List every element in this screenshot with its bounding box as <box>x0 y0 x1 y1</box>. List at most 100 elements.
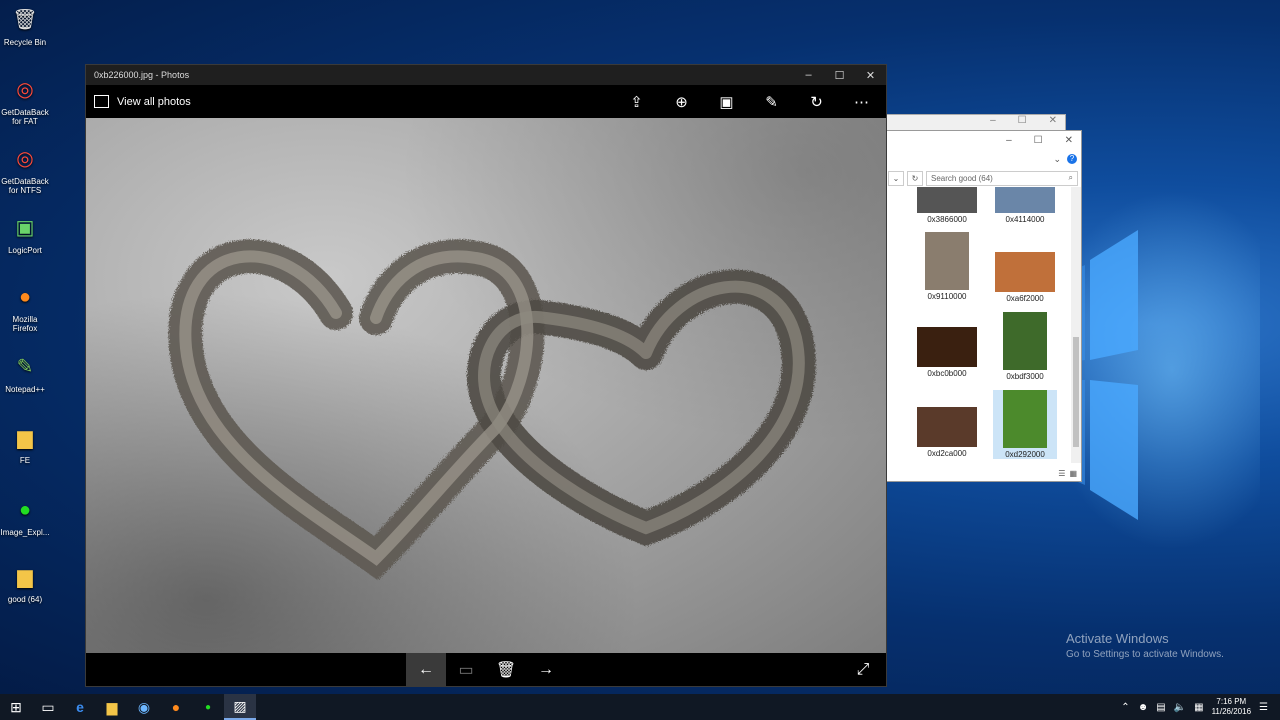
window-title: 0xb226000.jpg - Photos <box>94 70 190 80</box>
photo-navigation-bar: ← ▭ 🗑 → ⤢ <box>86 653 886 686</box>
photo-canvas[interactable] <box>86 118 886 653</box>
share-icon[interactable]: ⇪ <box>620 93 653 111</box>
desktop-icon-label: FE <box>19 456 31 465</box>
lifebuoy-icon: ◎ <box>16 147 34 170</box>
search-icon: ⌕ <box>1068 173 1073 182</box>
edit-icon[interactable]: ✎ <box>755 93 788 111</box>
details-view-icon[interactable]: ☰ <box>1058 469 1065 478</box>
volume-icon[interactable]: 🔈 <box>1174 702 1186 713</box>
delete-icon[interactable]: 🗑 <box>486 653 526 686</box>
maximize-icon[interactable]: ☐ <box>1034 135 1043 146</box>
firefox-icon[interactable]: ● <box>160 694 192 720</box>
desktop-icon[interactable]: ▣ LogicPort <box>0 213 50 256</box>
desktop-icon[interactable]: 🗑 Recycle Bin <box>0 5 50 48</box>
watermark-line1: Activate Windows <box>1066 631 1169 646</box>
folder-icon: ▆ <box>17 565 33 588</box>
more-icon[interactable]: ⋯ <box>845 93 878 111</box>
desktop-icon-label: Image_Expl... <box>0 528 50 537</box>
search-input[interactable]: Search good (64) ⌕ <box>926 170 1078 186</box>
search-placeholder: Search good (64) <box>931 173 993 183</box>
start-button[interactable]: ⊞ <box>0 694 32 720</box>
rotate-icon[interactable]: ↻ <box>800 93 833 111</box>
thumbnail-image <box>1003 390 1047 448</box>
thumbnail-item[interactable]: 0xd292000 <box>993 390 1057 459</box>
keyboard-icon[interactable]: ▦ <box>1194 702 1203 713</box>
desktop-icon[interactable]: ◎ GetDataBack for FAT <box>0 75 50 127</box>
people-icon[interactable]: ☻ <box>1138 702 1149 713</box>
watermark-line2: Go to Settings to activate Windows. <box>1066 649 1224 660</box>
slideshow-icon[interactable]: ▣ <box>710 93 743 111</box>
chevron-down-icon[interactable]: ⌄ <box>1053 154 1061 165</box>
thumbnail-label: 0x4114000 <box>1005 215 1045 224</box>
thumbnail-label: 0xd292000 <box>1005 450 1045 459</box>
desktop-icon[interactable]: ▆ good (64) <box>0 562 50 605</box>
task-view-icon[interactable]: ▭ <box>32 694 64 720</box>
file-explorer-icon[interactable]: ▆ <box>96 694 128 720</box>
desktop-icon-label: GetDataBack for FAT <box>1 108 49 126</box>
system-tray: ⌃ ☻ ▤ 🔈 ▦ 7:16 PM 11/26/2016 ☰ <box>1121 694 1280 720</box>
view-all-photos-button[interactable]: View all photos <box>86 95 191 108</box>
thumbnail-item[interactable]: 0x4114000 <box>993 187 1057 224</box>
notifications-icon[interactable]: ☰ <box>1259 702 1268 713</box>
minimize-icon[interactable]: – <box>990 115 996 126</box>
fullscreen-icon[interactable]: ⤢ <box>843 653 883 686</box>
clock[interactable]: 7:16 PM 11/26/2016 <box>1212 697 1251 717</box>
desktop-icon-label: good (64) <box>7 595 43 604</box>
desktop-icon[interactable]: ● Image_Expl... <box>0 495 50 538</box>
desktop-icon[interactable]: ✎ Notepad++ <box>0 352 50 395</box>
desktop-icon-label: Notepad++ <box>5 385 45 394</box>
picture-icon <box>94 95 109 108</box>
next-button[interactable]: → <box>526 653 566 686</box>
utility-app-icon[interactable]: ◉ <box>128 694 160 720</box>
desktop-icon[interactable]: ◎ GetDataBack for NTFS <box>0 144 50 196</box>
help-icon[interactable]: ? <box>1067 154 1077 164</box>
recycle-bin-icon: 🗑 <box>12 8 38 31</box>
previous-button[interactable]: ← <box>406 653 446 686</box>
edge-icon[interactable]: e <box>64 694 96 720</box>
thumbnail-label: 0xd2ca000 <box>927 449 967 458</box>
thumbnail-grid: 0x3866000 0x4114000 0x9110000 0xa6f2000 0xbc… <box>885 187 1065 463</box>
analyzer-icon: ▣ <box>15 216 35 239</box>
green-dot-icon: ● <box>18 498 32 521</box>
comment-icon[interactable]: ▭ <box>446 653 486 686</box>
desktop-icon-label: LogicPort <box>8 246 42 255</box>
thumbnail-label: 0xbc0b000 <box>927 369 967 378</box>
refresh-icon[interactable]: ↻ <box>907 170 923 186</box>
thumbnail-label: 0x9110000 <box>927 292 967 301</box>
thumbnail-image <box>925 232 969 290</box>
zoom-icon[interactable]: ⊕ <box>665 93 698 111</box>
thumbnail-item[interactable]: 0x3866000 <box>915 187 979 224</box>
tray-chevron-icon[interactable]: ⌃ <box>1121 702 1129 713</box>
thumbnail-label: 0x3866000 <box>927 215 967 224</box>
photos-window[interactable]: 0xb226000.jpg - Photos – ☐ ✕ View all ph… <box>85 64 887 687</box>
close-icon[interactable]: ✕ <box>1065 135 1073 146</box>
explorer-window[interactable]: – ☐ ✕ ⌄ ? ⌄ ↻ Search good (64) ⌕ 0x38660… <box>884 130 1082 482</box>
address-dropdown-icon[interactable]: ⌄ <box>888 170 904 186</box>
desktop-icon[interactable]: ▆ FE <box>0 423 50 466</box>
taskbar: ⊞ ▭ e ▆ ◉ ● ● ▨ ⌃ ☻ ▤ 🔈 ▦ 7:16 PM 11/26/… <box>0 694 1280 720</box>
view-all-photos-label: View all photos <box>117 95 191 108</box>
thumbnail-item[interactable]: 0xbdf3000 <box>993 312 1057 381</box>
firefox-icon: ● <box>18 285 32 308</box>
thumbnail-item[interactable]: 0xd2ca000 <box>915 407 979 458</box>
desktop-icon[interactable]: ● Mozilla Firefox <box>0 282 50 334</box>
network-icon[interactable]: ▤ <box>1156 702 1165 713</box>
sand-hearts-photo <box>168 239 816 581</box>
photos-taskbar-icon[interactable]: ▨ <box>224 694 256 720</box>
large-icons-view-icon[interactable]: ▦ <box>1069 469 1077 478</box>
close-icon[interactable]: ✕ <box>1049 115 1057 126</box>
minimize-button[interactable]: – <box>793 69 824 82</box>
scrollbar[interactable] <box>1071 187 1081 463</box>
minimize-icon[interactable]: – <box>1006 135 1012 146</box>
thumbnail-item[interactable]: 0x9110000 <box>915 232 979 301</box>
lifebuoy-icon: ◎ <box>16 78 34 101</box>
thumbnail-item[interactable]: 0xa6f2000 <box>993 252 1057 303</box>
close-button[interactable]: ✕ <box>855 69 886 82</box>
clock-date: 11/26/2016 <box>1211 707 1252 716</box>
maximize-button[interactable]: ☐ <box>824 69 855 82</box>
thumbnail-image <box>917 407 977 447</box>
desktop-icon-label: GetDataBack for NTFS <box>1 177 49 195</box>
thumbnail-item[interactable]: 0xbc0b000 <box>915 327 979 378</box>
maximize-icon[interactable]: ☐ <box>1018 115 1027 126</box>
image-explorer-icon[interactable]: ● <box>192 694 224 720</box>
